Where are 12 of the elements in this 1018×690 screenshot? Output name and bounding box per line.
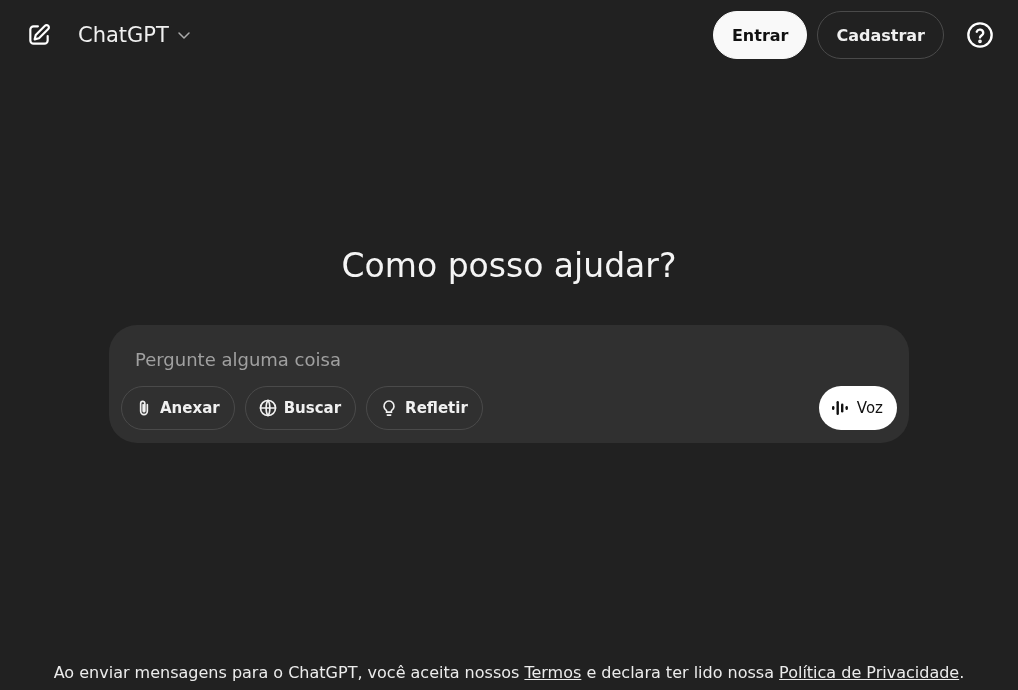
login-button[interactable]: Entrar <box>712 11 808 59</box>
globe-icon <box>257 398 278 418</box>
prompt-field[interactable]: Pergunte alguma coisa Anexar Buscar Refletir Voz <box>109 325 909 443</box>
new-chat-icon[interactable] <box>26 22 52 48</box>
page-heading: Como posso ajudar? <box>341 246 677 285</box>
help-icon[interactable] <box>966 21 994 49</box>
policy-link[interactable]: Política de Privacidade <box>779 663 960 682</box>
voice-button[interactable]: Voz <box>818 386 897 430</box>
terms-notice: Ao enviar mensagens para o ChatGPT, você aceita nossos Termos e declara ter lido nossa Política de Privacidade. <box>53 663 965 682</box>
policy-link[interactable]: Termos <box>524 663 582 682</box>
model-selector[interactable]: ChatGPT <box>78 23 191 47</box>
sound-wave-icon <box>830 399 851 417</box>
